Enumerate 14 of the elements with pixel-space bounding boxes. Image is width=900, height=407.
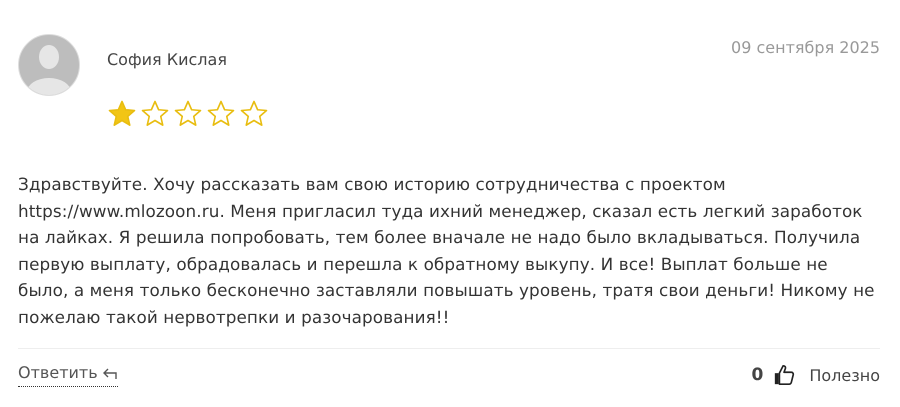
star-icon — [206, 99, 236, 129]
avatar-icon — [18, 34, 80, 96]
thumbs-up-icon[interactable] — [773, 364, 796, 386]
review-text: Здравствуйте. Хочу рассказать вам свою историю сотрудничества с проектом https://www.mlozoon.ru. Меня пригласил туда ихний менеджер, сказал есть легкий заработок на лайках. Я решила попробовать, тем более вначале не надо было вкладываться. Получила первую выплату, обрадовалась и перешла к обратному выкупу. И все! Выплат больше не было, а меня только бесконечно заставляли повышать уровень, тратя свои деньги! Никому не пожелаю такой нервотрепки и разочарования!! — [18, 173, 876, 328]
helpful-button[interactable]: Полезно — [809, 366, 880, 384]
author-name: София Кислая — [107, 50, 228, 69]
star-icon — [239, 99, 269, 129]
likes-count: 0 — [752, 365, 764, 385]
reply-arrow-icon — [102, 366, 118, 380]
review-date: 09 сентября 2025 — [731, 37, 880, 57]
reply-link[interactable]: Ответить — [18, 363, 118, 387]
star-icon — [173, 99, 203, 129]
star-icon — [107, 99, 137, 129]
star-icon — [140, 99, 170, 129]
